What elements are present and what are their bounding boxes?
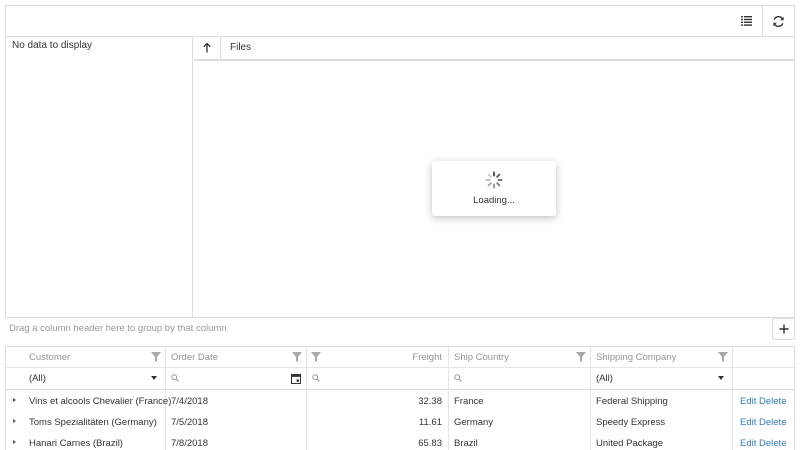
refresh-icon [773,15,784,27]
file-list-panel: Files Loading... [194,37,794,317]
order-date-filter-input[interactable] [166,368,307,389]
chevron-right-icon [13,419,16,423]
order-date-cell: 7/5/2018 [166,412,307,433]
filter-icon[interactable] [292,352,302,362]
chevron-right-icon [13,440,16,444]
actions-cell: Edit Delete [733,412,794,433]
shipping-company-cell: Federal Shipping [591,391,733,412]
ship-country-cell: Brazil [449,433,591,450]
edit-link[interactable]: Edit [740,438,756,449]
ship-country-cell: Germany [449,412,591,433]
delete-link[interactable]: Delete [759,396,786,407]
customer-filter-select[interactable]: (All) [24,368,166,389]
no-data-text: No data to display [12,40,93,51]
table-row: Toms Spezialitäten (Germany) 7/5/2018 11… [6,412,794,433]
refresh-button[interactable] [762,6,794,36]
chevron-down-icon [151,376,157,380]
customer-cell: Vins et alcools Chevalier (France) [24,391,171,412]
sort-up-button[interactable] [194,37,221,59]
column-header-order-date[interactable]: Order Date [166,347,307,367]
loading-spinner-icon [485,171,503,189]
column-header-actions [733,347,794,367]
filter-icon[interactable] [311,352,321,362]
order-date-cell: 7/8/2018 [166,433,307,450]
group-panel: Drag a column header here to group by th… [5,318,795,345]
expand-column-header [6,347,24,367]
delete-link[interactable]: Delete [759,417,786,428]
freight-filter-input[interactable] [307,368,449,389]
orders-grid: Customer Order Date Freight Ship Country… [5,346,795,450]
search-icon [171,374,179,382]
file-manager-toolbar [6,6,794,37]
edit-link[interactable]: Edit [740,396,756,407]
details-view-button[interactable] [730,6,762,36]
edit-link[interactable]: Edit [740,417,756,428]
search-icon [312,374,320,382]
loading-text: Loading... [473,195,515,206]
shipping-company-cell: United Package [591,433,733,450]
freight-cell: 32.38 [307,391,449,412]
add-row-button[interactable] [772,318,795,340]
table-row: Hanari Carnes (Brazil) 7/8/2018 65.83 Br… [6,433,794,450]
ship-country-cell: France [449,391,591,412]
filter-icon[interactable] [718,352,728,362]
order-date-cell: 7/4/2018 [166,391,307,412]
details-view-icon [740,16,752,26]
row-expander[interactable] [6,433,24,450]
files-column-header[interactable]: Files [230,42,251,53]
group-panel-text: Drag a column header here to group by th… [9,323,227,334]
filter-cell-expand [6,368,24,389]
freight-cell: 11.61 [307,412,449,433]
row-expander[interactable] [6,412,24,433]
loading-panel: Loading... [432,161,556,216]
arrow-up-icon [203,43,211,53]
shipping-company-filter-select[interactable]: (All) [591,368,733,389]
column-header-ship-country[interactable]: Ship Country [449,347,591,367]
chevron-down-icon [718,376,724,380]
row-expander[interactable] [6,391,24,412]
freight-cell: 65.83 [307,433,449,450]
customer-cell: Hanari Carnes (Brazil) [24,433,166,450]
folder-tree-panel: No data to display [6,37,193,317]
chevron-right-icon [13,398,16,402]
ship-country-filter-input[interactable] [449,368,591,389]
filter-cell-actions [733,368,794,389]
calendar-icon[interactable] [291,373,301,384]
actions-cell: Edit Delete [733,433,794,450]
column-header-customer[interactable]: Customer [24,347,166,367]
search-icon [454,374,462,382]
plus-icon [779,324,788,334]
actions-cell: Edit Delete [733,391,794,412]
file-list-header: Files [194,37,794,61]
column-header-shipping-company[interactable]: Shipping Company [591,347,733,367]
filter-icon[interactable] [576,352,586,362]
delete-link[interactable]: Delete [759,438,786,449]
table-row: Vins et alcools Chevalier (France) 7/4/2… [6,391,794,412]
customer-cell: Toms Spezialitäten (Germany) [24,412,166,433]
column-header-freight[interactable]: Freight [307,347,449,367]
shipping-company-cell: Speedy Express [591,412,733,433]
grid-filter-row: (All) (All) [6,368,794,390]
file-manager: No data to display Files Loading... [5,5,795,318]
filter-icon[interactable] [151,352,161,362]
grid-header-row: Customer Order Date Freight Ship Country… [6,347,794,368]
